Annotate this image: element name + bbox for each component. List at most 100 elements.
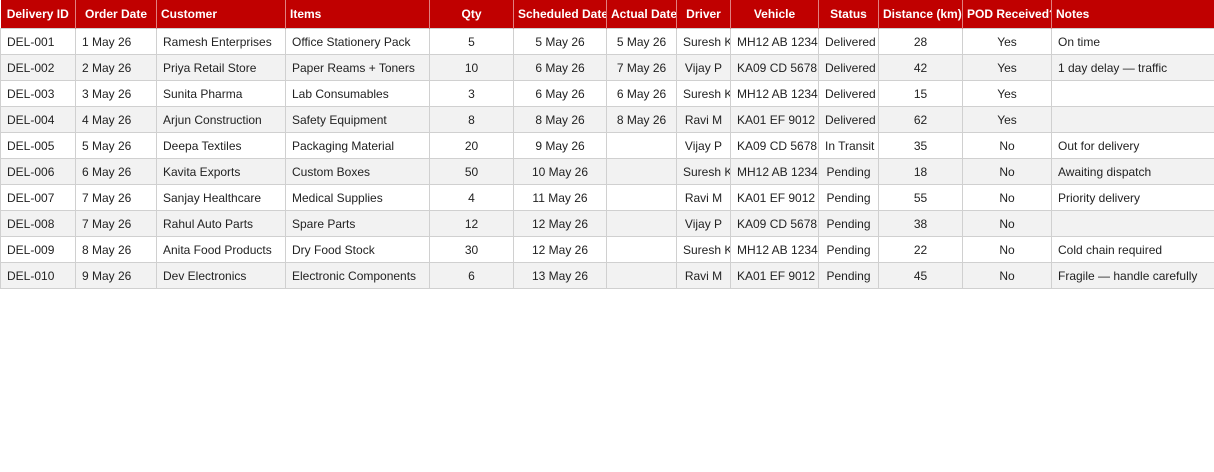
delivery-id-cell[interactable]: DEL-009 [0,236,76,263]
qty-cell[interactable]: 30 [429,236,514,263]
pod-received-cell[interactable]: No [962,262,1052,289]
vehicle-cell[interactable]: KA09 CD 5678 [730,132,819,159]
driver-cell[interactable]: Vijay P [676,210,731,237]
delivery-id-cell[interactable]: DEL-003 [0,80,76,107]
delivery-id-cell[interactable]: DEL-004 [0,106,76,133]
delivery-id-cell[interactable]: DEL-007 [0,184,76,211]
qty-cell[interactable]: 50 [429,158,514,185]
driver-cell[interactable]: Ravi M [676,184,731,211]
driver-cell[interactable]: Vijay P [676,54,731,81]
delivery-id-cell[interactable]: DEL-005 [0,132,76,159]
vehicle-cell[interactable]: KA09 CD 5678 [730,54,819,81]
delivery-id-cell[interactable]: DEL-001 [0,28,76,55]
pod-received-cell[interactable]: Yes [962,80,1052,107]
notes-cell[interactable]: Cold chain required [1051,236,1214,263]
status-cell[interactable]: Delivered [818,28,879,55]
distance-cell[interactable]: 62 [878,106,963,133]
column-header-items[interactable]: Items [285,0,430,29]
pod-received-cell[interactable]: No [962,184,1052,211]
items-cell[interactable]: Dry Food Stock [285,236,430,263]
scheduled-date-cell[interactable]: 8 May 26 [513,106,607,133]
actual-date-cell[interactable]: 7 May 26 [606,54,677,81]
vehicle-cell[interactable]: MH12 AB 1234 [730,158,819,185]
pod-received-cell[interactable]: Yes [962,28,1052,55]
scheduled-date-cell[interactable]: 13 May 26 [513,262,607,289]
column-header-distance[interactable]: Distance (km) [878,0,963,29]
qty-cell[interactable]: 5 [429,28,514,55]
scheduled-date-cell[interactable]: 11 May 26 [513,184,607,211]
pod-received-cell[interactable]: Yes [962,106,1052,133]
qty-cell[interactable]: 20 [429,132,514,159]
notes-cell[interactable]: Priority delivery [1051,184,1214,211]
order-date-cell[interactable]: 3 May 26 [75,80,157,107]
customer-cell[interactable]: Sunita Pharma [156,80,286,107]
actual-date-cell[interactable] [606,158,677,185]
status-cell[interactable]: Pending [818,158,879,185]
distance-cell[interactable]: 22 [878,236,963,263]
column-header-qty[interactable]: Qty [429,0,514,29]
order-date-cell[interactable]: 7 May 26 [75,184,157,211]
items-cell[interactable]: Electronic Components [285,262,430,289]
distance-cell[interactable]: 35 [878,132,963,159]
pod-received-cell[interactable]: No [962,158,1052,185]
status-cell[interactable]: In Transit [818,132,879,159]
items-cell[interactable]: Spare Parts [285,210,430,237]
column-header-driver[interactable]: Driver [676,0,731,29]
column-header-vehicle[interactable]: Vehicle [730,0,819,29]
actual-date-cell[interactable] [606,184,677,211]
vehicle-cell[interactable]: MH12 AB 1234 [730,28,819,55]
order-date-cell[interactable]: 9 May 26 [75,262,157,289]
notes-cell[interactable]: Out for delivery [1051,132,1214,159]
status-cell[interactable]: Pending [818,262,879,289]
vehicle-cell[interactable]: KA01 EF 9012 [730,262,819,289]
scheduled-date-cell[interactable]: 6 May 26 [513,80,607,107]
actual-date-cell[interactable] [606,236,677,263]
column-header-order-date[interactable]: Order Date [75,0,157,29]
column-header-customer[interactable]: Customer [156,0,286,29]
delivery-id-cell[interactable]: DEL-006 [0,158,76,185]
driver-cell[interactable]: Vijay P [676,132,731,159]
scheduled-date-cell[interactable]: 9 May 26 [513,132,607,159]
notes-cell[interactable] [1051,80,1214,107]
pod-received-cell[interactable]: Yes [962,54,1052,81]
vehicle-cell[interactable]: MH12 AB 1234 [730,236,819,263]
distance-cell[interactable]: 42 [878,54,963,81]
customer-cell[interactable]: Sanjay Healthcare [156,184,286,211]
distance-cell[interactable]: 38 [878,210,963,237]
distance-cell[interactable]: 18 [878,158,963,185]
qty-cell[interactable]: 12 [429,210,514,237]
qty-cell[interactable]: 8 [429,106,514,133]
vehicle-cell[interactable]: MH12 AB 1234 [730,80,819,107]
delivery-id-cell[interactable]: DEL-002 [0,54,76,81]
pod-received-cell[interactable]: No [962,132,1052,159]
column-header-scheduled-date[interactable]: Scheduled Date [513,0,607,29]
qty-cell[interactable]: 4 [429,184,514,211]
notes-cell[interactable]: On time [1051,28,1214,55]
column-header-pod-received[interactable]: POD Received? [962,0,1052,29]
actual-date-cell[interactable]: 5 May 26 [606,28,677,55]
order-date-cell[interactable]: 6 May 26 [75,158,157,185]
driver-cell[interactable]: Suresh K [676,28,731,55]
status-cell[interactable]: Delivered [818,54,879,81]
driver-cell[interactable]: Ravi M [676,262,731,289]
order-date-cell[interactable]: 1 May 26 [75,28,157,55]
driver-cell[interactable]: Suresh K [676,236,731,263]
notes-cell[interactable] [1051,210,1214,237]
order-date-cell[interactable]: 7 May 26 [75,210,157,237]
items-cell[interactable]: Safety Equipment [285,106,430,133]
scheduled-date-cell[interactable]: 12 May 26 [513,210,607,237]
customer-cell[interactable]: Kavita Exports [156,158,286,185]
column-header-notes[interactable]: Notes [1051,0,1214,29]
customer-cell[interactable]: Rahul Auto Parts [156,210,286,237]
delivery-id-cell[interactable]: DEL-008 [0,210,76,237]
actual-date-cell[interactable] [606,210,677,237]
status-cell[interactable]: Pending [818,184,879,211]
order-date-cell[interactable]: 2 May 26 [75,54,157,81]
notes-cell[interactable]: Fragile — handle carefully [1051,262,1214,289]
customer-cell[interactable]: Priya Retail Store [156,54,286,81]
status-cell[interactable]: Pending [818,236,879,263]
distance-cell[interactable]: 15 [878,80,963,107]
actual-date-cell[interactable]: 8 May 26 [606,106,677,133]
qty-cell[interactable]: 3 [429,80,514,107]
vehicle-cell[interactable]: KA09 CD 5678 [730,210,819,237]
